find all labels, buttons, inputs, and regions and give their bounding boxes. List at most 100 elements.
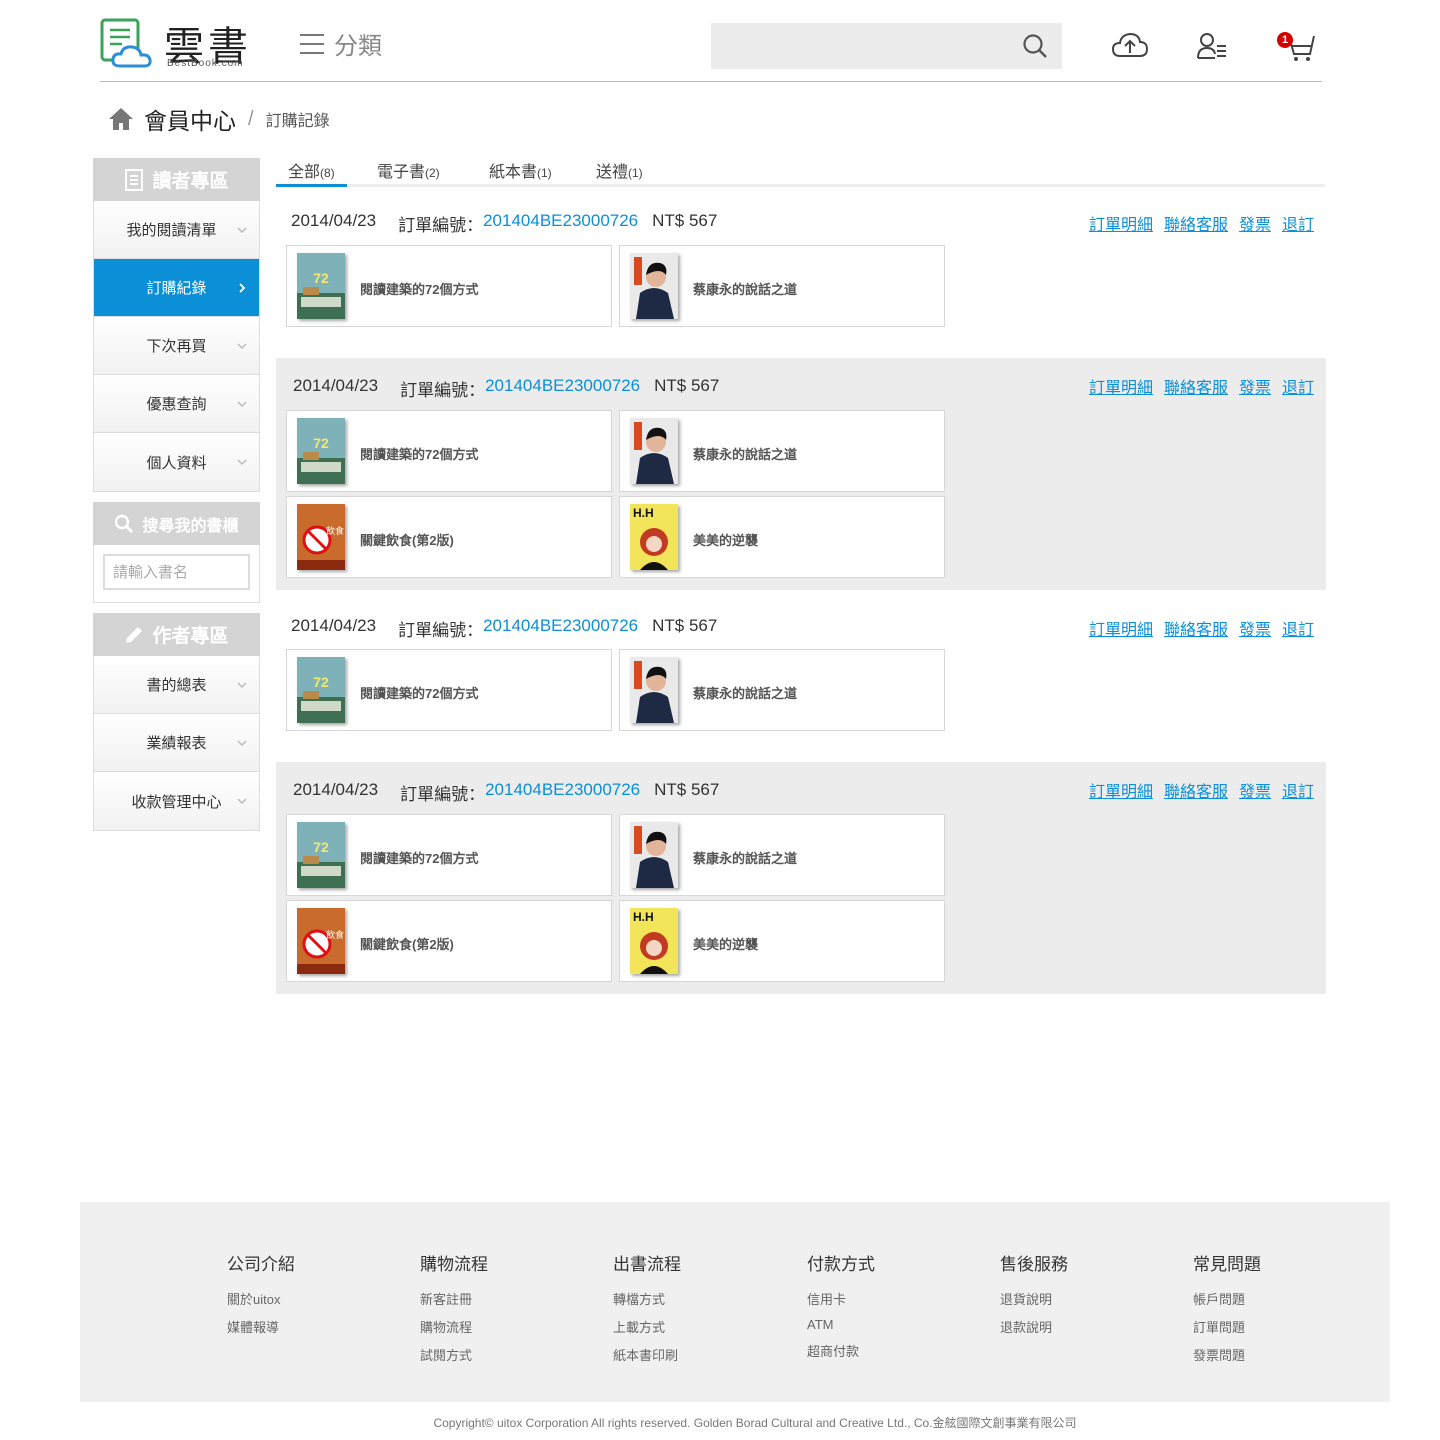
book-item[interactable]: 蔡康永的說話之道 <box>619 814 945 896</box>
book-item[interactable]: H.H 美美的逆襲 <box>619 900 945 982</box>
bookshelf-search-input[interactable] <box>103 554 250 590</box>
cancel-order-link[interactable]: 退訂 <box>1282 616 1314 640</box>
book-item[interactable]: 飲食 關鍵飲食(第2版) <box>286 496 612 578</box>
footer-column-payment: 付款方式 信用卡 ATM 超商付款 <box>807 1250 875 1369</box>
invoice-link[interactable]: 發票 <box>1239 211 1271 235</box>
footer-column-title: 出書流程 <box>613 1255 681 1274</box>
footer-link[interactable]: 超商付款 <box>807 1341 875 1360</box>
home-icon[interactable] <box>108 106 134 132</box>
book-item[interactable]: 72 閱讀建築的72個方式 <box>286 649 612 731</box>
sidebar-item-reading-list[interactable]: 我的閱讀清單 <box>94 201 259 259</box>
footer-link[interactable]: 帳戶問題 <box>1193 1289 1261 1308</box>
copyright-text: Copyright© uitox Corporation All rights … <box>433 1416 1077 1430</box>
footer-link[interactable]: 關於uitox <box>227 1289 295 1308</box>
footer-link[interactable]: 退款說明 <box>1000 1317 1068 1336</box>
search-icon[interactable] <box>1022 33 1048 59</box>
footer-link[interactable]: 退貨說明 <box>1000 1289 1068 1308</box>
order-price: NT$ 567 <box>654 780 720 799</box>
tab-paper-book[interactable]: 紙本書(1) <box>489 158 552 187</box>
order-detail-link[interactable]: 訂單明細 <box>1089 616 1153 640</box>
book-item[interactable]: 蔡康永的說話之道 <box>619 245 945 327</box>
order-number[interactable]: 201404BE23000726 <box>483 211 638 236</box>
order-detail-link[interactable]: 訂單明細 <box>1089 374 1153 398</box>
order-header: 2014/04/23 訂單編號： 201404BE23000726 NT$ 56… <box>291 211 717 236</box>
order-number[interactable]: 201404BE23000726 <box>485 780 640 805</box>
chevron-down-icon <box>237 682 247 689</box>
reader-section-header: 讀者專區 <box>93 158 260 201</box>
book-item[interactable]: 72 閱讀建築的72個方式 <box>286 410 612 492</box>
order-number-label: 訂單編號： <box>400 381 486 400</box>
order-header: 2014/04/23 訂單編號： 201404BE23000726 NT$ 56… <box>293 376 719 401</box>
cancel-order-link[interactable]: 退訂 <box>1282 211 1314 235</box>
contact-service-link[interactable]: 聯絡客服 <box>1164 778 1228 802</box>
site-logo[interactable]: 雲書 BestBook.com <box>100 16 260 72</box>
order-date: 2014/04/23 <box>291 616 377 635</box>
footer-link[interactable]: 發票問題 <box>1193 1345 1261 1364</box>
sidebar-item-label: 下次再買 <box>146 338 207 355</box>
order-date: 2014/04/23 <box>291 211 377 230</box>
footer-link[interactable]: 試閱方式 <box>420 1345 488 1364</box>
footer-column-title: 公司介紹 <box>227 1255 295 1274</box>
order-number[interactable]: 201404BE23000726 <box>485 376 640 401</box>
book-item[interactable]: 72 閱讀建築的72個方式 <box>286 245 612 327</box>
invoice-link[interactable]: 發票 <box>1239 374 1271 398</box>
footer-column-company: 公司介紹 關於uitox 媒體報導 <box>227 1250 295 1345</box>
sidebar-item-payment-center[interactable]: 收款管理中心 <box>94 772 259 830</box>
footer-link[interactable]: 紙本書印刷 <box>613 1345 681 1364</box>
sidebar-item-profile[interactable]: 個人資料 <box>94 433 259 491</box>
document-icon <box>125 168 144 191</box>
order-actions: 訂單明細 聯絡客服 發票 退訂 <box>1089 211 1314 235</box>
contact-service-link[interactable]: 聯絡客服 <box>1164 211 1228 235</box>
sidebar-item-sales-report[interactable]: 業績報表 <box>94 714 259 772</box>
book-title: 關鍵飲食(第2版) <box>360 937 454 952</box>
user-account-icon[interactable] <box>1197 32 1227 60</box>
book-title: 閱讀建築的72個方式 <box>360 447 479 462</box>
sidebar-item-buy-later[interactable]: 下次再買 <box>94 317 259 375</box>
footer-link[interactable]: 媒體報導 <box>227 1317 295 1336</box>
footer-link[interactable]: 信用卡 <box>807 1289 875 1308</box>
book-cover-speaking <box>630 253 678 319</box>
footer-link[interactable]: 新客註冊 <box>420 1289 488 1308</box>
tab-gift[interactable]: 送禮(1) <box>596 158 643 187</box>
tab-all[interactable]: 全部(8) <box>276 158 347 187</box>
category-menu-button[interactable]: 分類 <box>300 26 382 61</box>
book-item[interactable]: 蔡康永的說話之道 <box>619 649 945 731</box>
book-cover-beauty: H.H <box>630 504 678 570</box>
footer-link[interactable]: 上載方式 <box>613 1317 681 1336</box>
author-menu: 書的總表 業績報表 收款管理中心 <box>93 656 260 831</box>
tab-count: (1) <box>537 166 552 180</box>
order-detail-link[interactable]: 訂單明細 <box>1089 778 1153 802</box>
book-cover-speaking <box>630 822 678 888</box>
order-actions: 訂單明細 聯絡客服 發票 退訂 <box>1089 616 1314 640</box>
chevron-down-icon <box>237 798 247 805</box>
order-number[interactable]: 201404BE23000726 <box>483 616 638 641</box>
invoice-link[interactable]: 發票 <box>1239 616 1271 640</box>
search-input[interactable] <box>711 23 1011 69</box>
breadcrumb-member-center[interactable]: 會員中心 <box>144 102 236 136</box>
invoice-link[interactable]: 發票 <box>1239 778 1271 802</box>
footer-link[interactable]: 購物流程 <box>420 1317 488 1336</box>
cancel-order-link[interactable]: 退訂 <box>1282 778 1314 802</box>
footer-column-publishing: 出書流程 轉檔方式 上載方式 紙本書印刷 <box>613 1250 681 1373</box>
cloud-upload-icon[interactable] <box>1111 32 1149 58</box>
footer-link[interactable]: ATM <box>807 1317 875 1332</box>
book-item[interactable]: 飲食 關鍵飲食(第2版) <box>286 900 612 982</box>
sidebar-item-order-history[interactable]: 訂購紀錄 <box>94 259 259 317</box>
sidebar-item-coupons[interactable]: 優惠查詢 <box>94 375 259 433</box>
book-title: 美美的逆襲 <box>693 937 759 952</box>
contact-service-link[interactable]: 聯絡客服 <box>1164 616 1228 640</box>
tab-ebook[interactable]: 電子書(2) <box>377 158 440 187</box>
order-detail-link[interactable]: 訂單明細 <box>1089 211 1153 235</box>
book-item[interactable]: 蔡康永的說話之道 <box>619 410 945 492</box>
sidebar-item-book-list[interactable]: 書的總表 <box>94 656 259 714</box>
order-header: 2014/04/23 訂單編號： 201404BE23000726 NT$ 56… <box>291 616 717 641</box>
tab-label: 電子書 <box>377 164 426 181</box>
chevron-right-icon <box>239 283 246 293</box>
footer-column-faq: 常見問題 帳戶問題 訂單問題 發票問題 <box>1193 1250 1261 1373</box>
footer-link[interactable]: 訂單問題 <box>1193 1317 1261 1336</box>
footer-link[interactable]: 轉檔方式 <box>613 1289 681 1308</box>
cancel-order-link[interactable]: 退訂 <box>1282 374 1314 398</box>
book-item[interactable]: 72 閱讀建築的72個方式 <box>286 814 612 896</box>
book-item[interactable]: H.H 美美的逆襲 <box>619 496 945 578</box>
contact-service-link[interactable]: 聯絡客服 <box>1164 374 1228 398</box>
